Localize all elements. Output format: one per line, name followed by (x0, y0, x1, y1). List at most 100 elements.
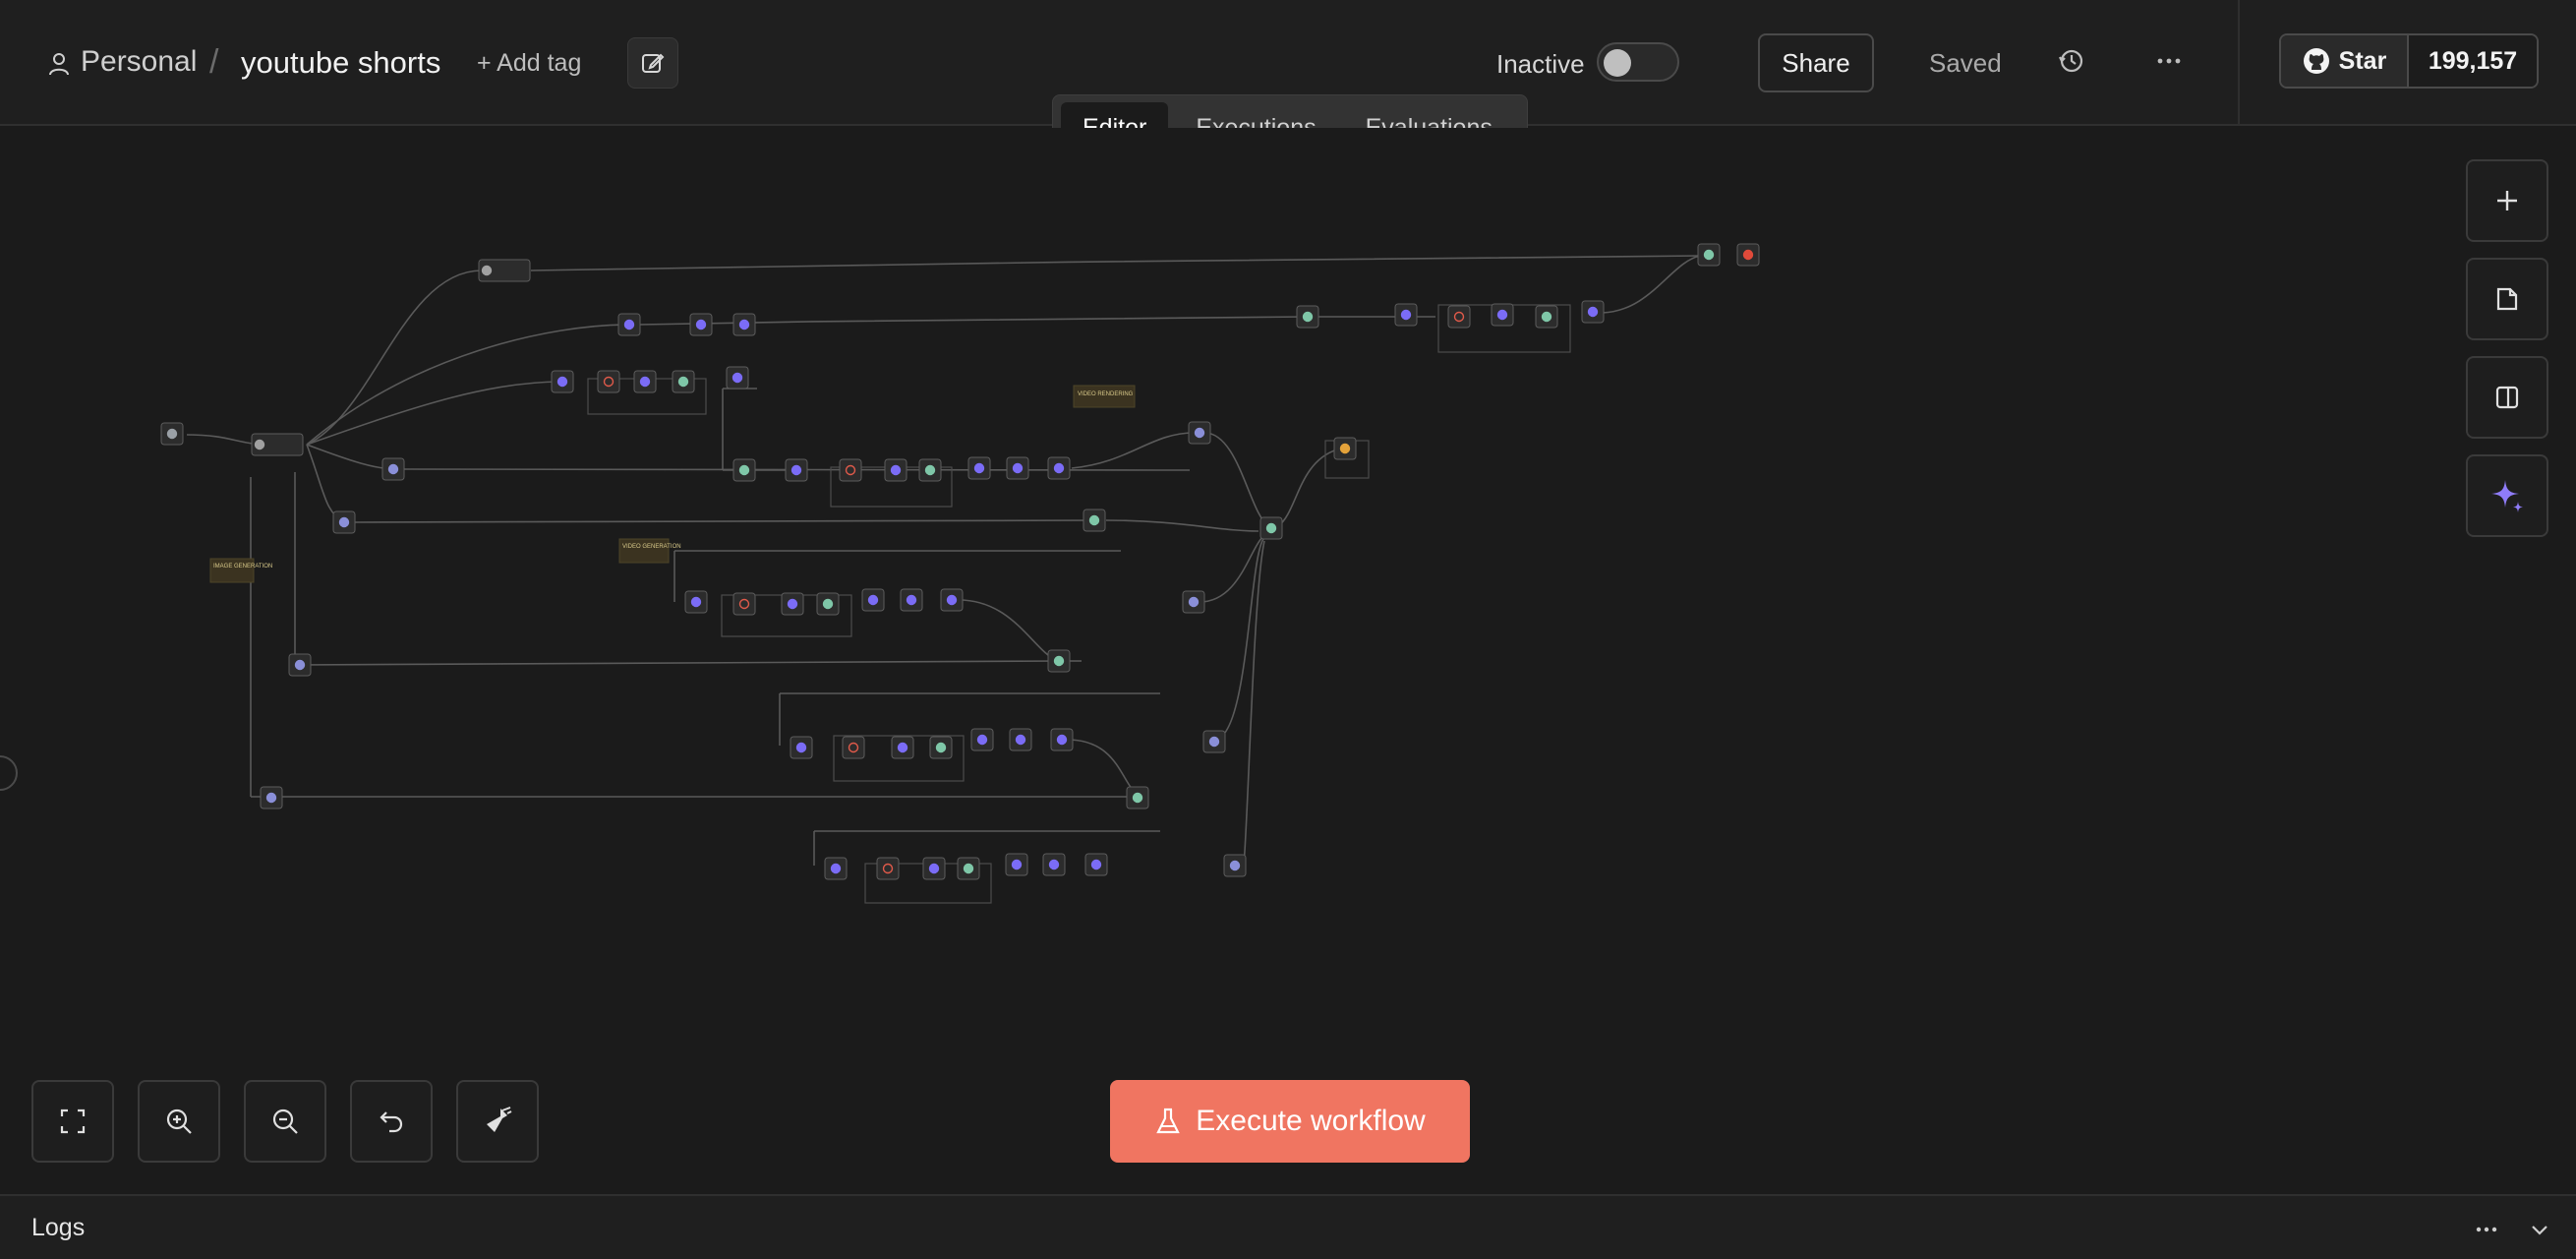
github-icon (2303, 48, 2329, 74)
node-icon (639, 376, 651, 388)
workflow-nodes[interactable] (160, 243, 1760, 880)
workflow-node[interactable] (839, 458, 862, 482)
share-button[interactable]: Share (1758, 33, 1874, 92)
node-icon (963, 863, 974, 874)
node-icon (795, 742, 807, 753)
node-icon (695, 319, 707, 330)
node-icon (1194, 427, 1205, 439)
node-icon (1208, 736, 1220, 748)
execute-workflow-label: Execute workflow (1196, 1105, 1426, 1137)
node-icon (1587, 306, 1599, 318)
ai-sparkle-icon (2491, 480, 2523, 512)
node-icon (387, 463, 399, 475)
node-icon (254, 439, 265, 450)
node-icon (1053, 655, 1065, 667)
toggle-knob (1604, 49, 1631, 77)
node-icon (935, 742, 947, 753)
project-breadcrumb[interactable]: Personal (81, 45, 197, 79)
flask-icon (1156, 1108, 1181, 1134)
node-icon (1400, 309, 1412, 321)
node-icon (976, 734, 988, 746)
workflow-node[interactable] (597, 370, 620, 393)
node-icon (738, 319, 750, 330)
undo-button[interactable] (350, 1080, 433, 1163)
node-icon (338, 516, 350, 528)
sticky-video-generation: VIDEO GENERATION (622, 544, 681, 550)
node-icon (946, 594, 958, 606)
logs-panel[interactable]: Logs (0, 1194, 2576, 1259)
node-icon (1229, 860, 1241, 871)
node-icon (830, 863, 842, 874)
node-icon (928, 863, 940, 874)
node-icon (1339, 443, 1351, 454)
zoom-out-button[interactable] (244, 1080, 326, 1163)
sticky-note-icon (2496, 287, 2518, 311)
more-options-icon[interactable] (2153, 45, 2185, 77)
node-icon (556, 376, 568, 388)
sticky-notes[interactable]: VIDEO RENDERING VIDEO GENERATION IMAGE G… (209, 385, 1136, 583)
execute-workflow-button[interactable]: Execute workflow (1110, 1080, 1470, 1163)
zoom-in-button[interactable] (138, 1080, 220, 1163)
node-icon (1541, 311, 1552, 323)
node-icon (1015, 734, 1026, 746)
chevron-down-icon[interactable] (2525, 1218, 2554, 1241)
node-icon (1302, 311, 1314, 323)
node-icon (1056, 734, 1068, 746)
breadcrumb-separator: / (209, 43, 219, 81)
add-tag-button[interactable]: + Add tag (477, 49, 581, 78)
undo-icon (380, 1111, 403, 1133)
node-icon (924, 464, 936, 476)
node-icon (294, 659, 306, 671)
github-star-label: Star (2338, 46, 2387, 75)
workflow-graph[interactable]: VIDEO RENDERING VIDEO GENERATION IMAGE G… (0, 128, 2576, 1193)
add-sticky-button[interactable] (2466, 258, 2548, 340)
github-star-button[interactable]: Star (2281, 35, 2409, 87)
node-icon (1053, 462, 1065, 474)
sticky-image-generation: IMAGE GENERATION (213, 564, 272, 570)
node-icon (1088, 514, 1100, 526)
node-icon (1048, 859, 1060, 870)
edit-description-button[interactable] (627, 37, 678, 89)
node-icon (481, 265, 493, 276)
node-icon (1090, 859, 1102, 870)
workflow-node[interactable] (1447, 305, 1471, 329)
plus-icon (2497, 191, 2517, 210)
node-icon (732, 372, 743, 384)
logs-more-icon[interactable] (2472, 1218, 2501, 1241)
node-icon (623, 319, 635, 330)
node-icon (867, 594, 879, 606)
node-icon (166, 428, 178, 440)
node-icon (1742, 249, 1754, 261)
history-icon[interactable] (2055, 45, 2086, 77)
workflow-name[interactable]: youtube shorts (241, 45, 440, 81)
sticky-video-rendering: VIDEO RENDERING (1078, 391, 1134, 397)
workflow-node[interactable] (842, 736, 865, 759)
logs-label: Logs (31, 1214, 86, 1241)
add-node-button[interactable] (2466, 159, 2548, 242)
node-icon (1132, 792, 1143, 804)
workflow-node[interactable] (876, 857, 900, 880)
ai-assistant-button[interactable] (2466, 454, 2548, 537)
workflow-canvas[interactable]: VIDEO RENDERING VIDEO GENERATION IMAGE G… (0, 128, 2576, 1193)
tidy-up-icon (487, 1107, 512, 1132)
activation-status-label: Inactive (1496, 49, 1585, 79)
workflow-node[interactable] (732, 592, 756, 616)
tidy-up-button[interactable] (456, 1080, 539, 1163)
person-icon (49, 53, 69, 76)
edit-icon (642, 53, 665, 73)
node-icon (677, 376, 689, 388)
node-icon (906, 594, 917, 606)
github-star-count: 199,157 (2409, 35, 2537, 87)
github-star-widget[interactable]: Star 199,157 (2279, 33, 2539, 89)
saved-status: Saved (1929, 48, 2002, 78)
node-icon (1496, 309, 1508, 321)
toggle-panel-button[interactable] (2466, 356, 2548, 439)
fit-view-button[interactable] (31, 1080, 114, 1163)
zoom-in-icon (166, 1109, 192, 1134)
fit-view-icon (60, 1109, 86, 1134)
activation-toggle[interactable] (1597, 42, 1679, 82)
header-divider (2238, 0, 2240, 126)
node-icon (787, 598, 798, 610)
panel-icon (2495, 386, 2519, 409)
node-icon (790, 464, 802, 476)
